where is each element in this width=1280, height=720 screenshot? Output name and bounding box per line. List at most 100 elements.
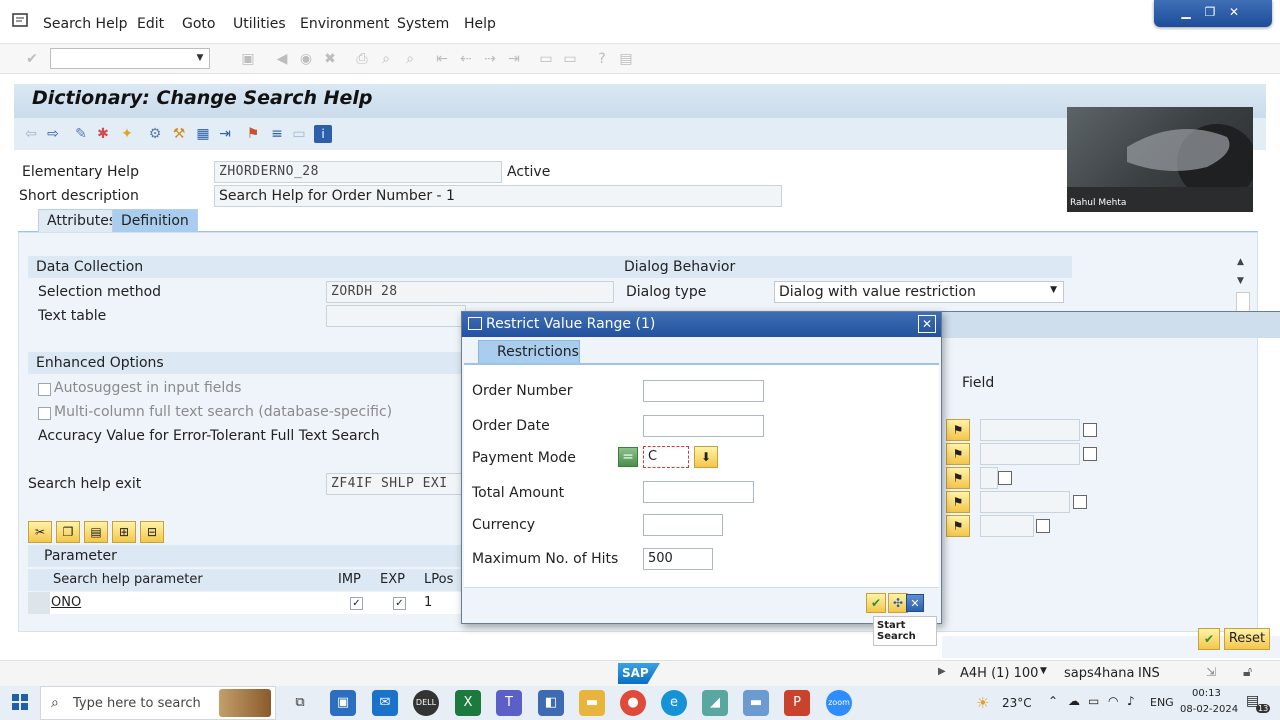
cancel-dialog-icon[interactable]: ✕ — [906, 594, 924, 612]
copy-value-icon[interactable] — [1036, 519, 1050, 533]
last-page-icon[interactable]: ⇥ — [504, 49, 524, 69]
dialog-close-icon[interactable]: ✕ — [918, 315, 936, 333]
menu-goto[interactable]: Goto — [182, 16, 215, 32]
shortcut-icon[interactable]: ▭ — [560, 49, 580, 69]
value-help-icon[interactable]: ⚑ — [946, 443, 970, 465]
order-number-input[interactable] — [643, 380, 764, 402]
wifi-icon[interactable]: ◠ — [1108, 694, 1118, 708]
where-used-icon[interactable]: ⚙ — [146, 125, 164, 143]
copy-value-icon[interactable] — [1073, 495, 1087, 509]
exit-icon[interactable]: ◉ — [296, 49, 316, 69]
chrome-icon[interactable]: ● — [620, 690, 646, 716]
copy-icon[interactable]: ❐ — [56, 521, 80, 543]
sap-gui-icon[interactable]: ▬ — [743, 690, 769, 716]
sap-logon-icon[interactable]: ◧ — [538, 690, 564, 716]
layout-icon[interactable]: ▤ — [616, 49, 636, 69]
new-restriction-icon[interactable]: ✣ — [888, 593, 908, 613]
imp-checkbox[interactable]: ✓ — [350, 597, 363, 610]
tray-chevron-icon[interactable]: ⌃ — [1048, 694, 1058, 708]
mail-icon[interactable]: ✉ — [372, 690, 398, 716]
copy-value-icon[interactable] — [1083, 447, 1097, 461]
info-icon[interactable]: i — [314, 125, 332, 143]
select-option-icon[interactable]: = — [618, 447, 638, 467]
restore-icon[interactable]: ❐ — [1200, 4, 1220, 20]
align-icon[interactable]: ≡ — [268, 125, 286, 143]
insert-row-icon[interactable]: ⊞ — [112, 521, 136, 543]
minimize-icon[interactable]: ▁ — [1176, 4, 1196, 20]
scroll-up-icon[interactable]: ▲ — [1237, 257, 1244, 267]
close-window-icon[interactable]: ✕ — [1224, 4, 1244, 20]
menu-edit[interactable]: Edit — [137, 16, 164, 32]
text-table-field[interactable] — [326, 305, 466, 327]
app-icon[interactable]: ◢ — [702, 690, 728, 716]
file-explorer-icon[interactable]: ▬ — [579, 690, 605, 716]
multicolumn-checkbox[interactable] — [38, 407, 51, 420]
value-help-icon[interactable]: ⚑ — [946, 491, 970, 513]
command-dropdown-icon[interactable]: ▼ — [190, 48, 210, 69]
menu-help[interactable]: Help — [464, 16, 496, 32]
tab-restrictions[interactable]: Restrictions — [478, 340, 580, 364]
value-help-icon[interactable]: ⚑ — [946, 515, 970, 537]
scroll-down-icon[interactable]: ▼ — [1237, 276, 1244, 286]
delete-row-icon[interactable]: ⊟ — [140, 521, 164, 543]
sap-menu-icon[interactable] — [12, 12, 30, 28]
hierarchy-icon[interactable]: ⚑ — [244, 125, 262, 143]
field-input-2[interactable] — [980, 443, 1080, 465]
taskbar-search-box[interactable]: ⌕ Type here to search — [40, 686, 276, 720]
search-help-exit-field[interactable]: ZF4IF SHLP EXI — [326, 473, 466, 495]
cancel-icon[interactable]: ✖ — [320, 49, 340, 69]
payment-mode-input[interactable]: C — [643, 446, 689, 468]
system-info[interactable]: A4H (1) 100 — [960, 666, 1038, 681]
command-field[interactable] — [50, 48, 210, 69]
order-date-input[interactable] — [643, 415, 764, 437]
teams-icon[interactable]: T — [496, 690, 522, 716]
store-icon[interactable]: ▣ — [330, 690, 356, 716]
print-icon[interactable]: ⎙ — [352, 49, 372, 69]
back-icon[interactable]: ◀ — [272, 49, 292, 69]
exp-checkbox[interactable]: ✓ — [393, 597, 406, 610]
parameter-name[interactable]: ONO — [51, 595, 81, 610]
selection-method-field[interactable]: ZORDH 28 — [326, 281, 614, 303]
paste-icon[interactable]: ▤ — [84, 521, 108, 543]
max-hits-input[interactable]: 500 — [643, 548, 713, 570]
copy-value-icon[interactable] — [1083, 423, 1097, 437]
system-dropdown-icon[interactable]: ▼ — [1040, 666, 1047, 676]
row-selector[interactable] — [28, 592, 50, 614]
scrollbar-thumb[interactable] — [1236, 292, 1250, 312]
first-page-icon[interactable]: ⇤ — [432, 49, 452, 69]
multiple-selection-icon[interactable]: ⬇ — [694, 446, 718, 468]
tab-definition[interactable]: Definition — [112, 209, 198, 233]
new-session-icon[interactable]: ▭ — [536, 49, 556, 69]
field-input-4[interactable] — [980, 491, 1070, 513]
dialog-type-select[interactable]: Dialog with value restriction ▼ — [774, 281, 1064, 303]
field-input-1[interactable] — [980, 419, 1080, 441]
grid-icon[interactable]: ▭ — [290, 125, 308, 143]
test-icon[interactable]: ⚒ — [170, 125, 188, 143]
copy-value-icon[interactable] — [998, 471, 1012, 485]
zoom-icon[interactable]: zoom — [826, 690, 852, 716]
display-change-icon[interactable]: ✎ — [72, 125, 90, 143]
excel-icon[interactable]: X — [455, 690, 481, 716]
dell-icon[interactable]: DELL — [413, 690, 439, 716]
find-icon[interactable]: ⌕ — [376, 49, 396, 69]
weather-icon[interactable]: ☀ — [976, 694, 989, 712]
find-next-icon[interactable]: ⌕ — [400, 49, 420, 69]
help-icon[interactable]: ? — [592, 49, 612, 69]
battery-icon[interactable]: ▭ — [1088, 694, 1099, 708]
menu-system[interactable]: System — [397, 16, 449, 32]
powerpoint-icon[interactable]: P — [784, 690, 810, 716]
short-description-field[interactable]: Search Help for Order Number - 1 — [214, 185, 782, 207]
currency-input[interactable] — [643, 514, 723, 536]
edge-icon[interactable]: e — [661, 690, 687, 716]
volume-icon[interactable]: ♪ — [1127, 694, 1135, 708]
next-page-icon[interactable]: ⇢ — [480, 49, 500, 69]
dialog-menu-icon[interactable] — [468, 317, 482, 330]
field-input-3[interactable] — [980, 467, 998, 489]
prev-page-icon[interactable]: ⇠ — [456, 49, 476, 69]
language[interactable]: ENG — [1150, 696, 1174, 709]
autosuggest-checkbox[interactable] — [38, 383, 51, 396]
table-row[interactable]: ONO ✓ ✓ 1 — [28, 592, 462, 614]
navigation-icon[interactable]: ⇥ — [216, 125, 234, 143]
enter-icon[interactable]: ✔ — [22, 49, 42, 69]
check-icon[interactable]: ✱ — [94, 125, 112, 143]
